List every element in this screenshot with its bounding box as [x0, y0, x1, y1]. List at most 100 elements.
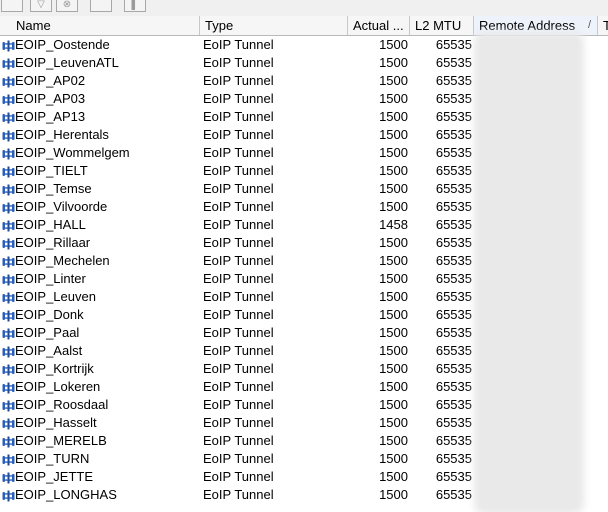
cell-actual-mtu: 1500 — [379, 487, 408, 502]
cell-name: EOIP_TURN — [0, 450, 200, 468]
cell-l2-mtu: 65535 — [435, 91, 472, 106]
cell-l2-mtu: 65535 — [435, 235, 472, 250]
cell-l2-mtu: 65535 — [435, 451, 472, 466]
tunnel-interface-icon — [2, 273, 15, 286]
cell-name: EOIP_Donk — [0, 306, 200, 324]
cell-name-text: EOIP_Hasselt — [15, 415, 97, 430]
add-button[interactable] — [1, 0, 23, 12]
filter-button[interactable]: ▽ — [30, 0, 52, 12]
cell-name-text: EOIP_Roosdaal — [15, 397, 109, 412]
cell-type: EoIP Tunnel — [203, 91, 274, 106]
cell-name: EOIP_LeuvenATL — [0, 54, 200, 72]
cell-actual-mtu: 1500 — [379, 91, 408, 106]
column-header-actual-mtu[interactable]: Actual ... — [348, 16, 410, 35]
cell-l2-mtu: 65535 — [435, 415, 472, 430]
cell-l2-mtu: 65535 — [435, 253, 472, 268]
cell-name-text: EOIP_LONGHAS — [15, 487, 117, 502]
cell-name: EOIP_Paal — [0, 324, 200, 342]
cell-l2-mtu: 65535 — [435, 127, 472, 142]
sort-indicator-icon: / — [587, 19, 591, 31]
cell-actual-mtu: 1500 — [379, 289, 408, 304]
tunnel-interface-icon — [2, 363, 15, 376]
cell-actual-mtu: 1500 — [379, 145, 408, 160]
cell-actual-mtu: 1500 — [379, 73, 408, 88]
cell-name: EOIP_Vilvoorde — [0, 198, 200, 216]
column-header-extra[interactable]: T — [598, 16, 608, 35]
cell-actual-mtu: 1500 — [379, 397, 408, 412]
tunnel-interface-icon — [2, 327, 15, 340]
cell-name: EOIP_Herentals — [0, 126, 200, 144]
cell-name-text: EOIP_Wommelgem — [15, 145, 130, 160]
cell-name-text: EOIP_Lokeren — [15, 379, 101, 394]
column-header-type[interactable]: Type — [200, 16, 348, 35]
cell-actual-mtu: 1500 — [379, 379, 408, 394]
cell-name: EOIP_MERELB — [0, 432, 200, 450]
cell-name: EOIP_Temse — [0, 180, 200, 198]
cell-name-text: EOIP_Paal — [15, 325, 80, 340]
settings-button[interactable]: ▌ — [124, 0, 146, 12]
cell-name: EOIP_Leuven — [0, 288, 200, 306]
cell-type: EoIP Tunnel — [203, 253, 274, 268]
cell-type: EoIP Tunnel — [203, 397, 274, 412]
tunnel-interface-icon — [2, 93, 15, 106]
cell-name: EOIP_Lokeren — [0, 378, 200, 396]
cell-l2-mtu: 65535 — [435, 73, 472, 88]
cell-type: EoIP Tunnel — [203, 289, 274, 304]
cell-name-text: EOIP_AP13 — [15, 109, 86, 124]
cell-l2-mtu: 65535 — [435, 397, 472, 412]
cell-type: EoIP Tunnel — [203, 37, 274, 52]
cell-type: EoIP Tunnel — [203, 325, 274, 340]
cell-name-text: EOIP_Vilvoorde — [15, 199, 108, 214]
tunnel-interface-icon — [2, 165, 15, 178]
cell-name: EOIP_JETTE — [0, 468, 200, 486]
cell-name: EOIP_TIELT — [0, 162, 200, 180]
tunnel-interface-icon — [2, 75, 15, 88]
tunnel-interface-icon — [2, 453, 15, 466]
cell-l2-mtu: 65535 — [435, 163, 472, 178]
cell-name-text: EOIP_Linter — [15, 271, 86, 286]
cell-type: EoIP Tunnel — [203, 415, 274, 430]
column-header-remote-address[interactable]: Remote Address / — [474, 16, 598, 35]
tunnel-interface-icon — [2, 183, 15, 196]
cell-name: EOIP_Rillaar — [0, 234, 200, 252]
cell-name-text: EOIP_Leuven — [15, 289, 96, 304]
cell-name-text: EOIP_AP03 — [15, 91, 86, 106]
column-header-name[interactable]: Name — [0, 16, 200, 35]
tunnel-interface-icon — [2, 237, 15, 250]
cell-l2-mtu: 65535 — [435, 325, 472, 340]
cell-name-text: EOIP_JETTE — [15, 469, 94, 484]
cell-name: EOIP_Wommelgem — [0, 144, 200, 162]
table-header: Name Type Actual ... L2 MTU Remote Addre… — [0, 16, 608, 36]
cell-name-text: EOIP_Oostende — [15, 37, 110, 52]
cell-name: EOIP_HALL — [0, 216, 200, 234]
cell-type: EoIP Tunnel — [203, 55, 274, 70]
cell-l2-mtu: 65535 — [435, 217, 472, 232]
tunnel-interface-icon — [2, 219, 15, 232]
cell-name: EOIP_Roosdaal — [0, 396, 200, 414]
cell-actual-mtu: 1500 — [379, 271, 408, 286]
tunnel-interface-icon — [2, 255, 15, 268]
cell-name-text: EOIP_TIELT — [15, 163, 88, 178]
cell-type: EoIP Tunnel — [203, 343, 274, 358]
reset-button[interactable]: ⊗ — [56, 0, 78, 12]
cell-type: EoIP Tunnel — [203, 217, 274, 232]
cell-actual-mtu: 1500 — [379, 109, 408, 124]
tunnel-interface-icon — [2, 399, 15, 412]
tunnel-interface-icon — [2, 111, 15, 124]
comment-button[interactable] — [90, 0, 112, 12]
cell-actual-mtu: 1500 — [379, 433, 408, 448]
cell-name: EOIP_Linter — [0, 270, 200, 288]
cell-type: EoIP Tunnel — [203, 271, 274, 286]
cell-name: EOIP_AP13 — [0, 108, 200, 126]
tunnel-interface-icon — [2, 489, 15, 502]
cell-type: EoIP Tunnel — [203, 109, 274, 124]
tunnel-interface-icon — [2, 201, 15, 214]
cell-l2-mtu: 65535 — [435, 271, 472, 286]
cell-name-text: EOIP_MERELB — [15, 433, 107, 448]
cell-l2-mtu: 65535 — [435, 199, 472, 214]
column-header-remote-address-label: Remote Address — [479, 18, 576, 33]
tunnel-interface-icon — [2, 345, 15, 358]
cell-type: EoIP Tunnel — [203, 307, 274, 322]
cell-type: EoIP Tunnel — [203, 163, 274, 178]
column-header-l2-mtu[interactable]: L2 MTU — [410, 16, 474, 35]
